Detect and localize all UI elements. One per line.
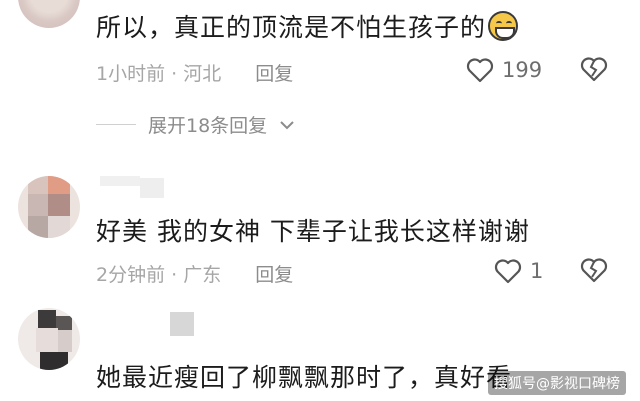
comment-time: 2分钟前 bbox=[96, 264, 166, 286]
heart-icon[interactable] bbox=[494, 258, 522, 284]
divider bbox=[96, 124, 136, 125]
avatar[interactable] bbox=[18, 0, 80, 28]
like-button[interactable]: 1 bbox=[494, 258, 543, 284]
grinning-face-icon bbox=[488, 11, 519, 41]
like-count: 1 bbox=[530, 259, 544, 283]
comment-text: 她最近瘦回了柳飘飘那时了，真好看 bbox=[96, 363, 513, 392]
avatar[interactable] bbox=[18, 176, 80, 238]
comment-location: 河北 bbox=[183, 63, 222, 85]
like-count: 199 bbox=[502, 58, 543, 82]
comment-meta: 2分钟前 · 广东 回复 bbox=[96, 264, 294, 286]
comment-location: 广东 bbox=[183, 264, 222, 286]
comment-time: 1小时前 bbox=[96, 63, 166, 85]
watermark: 搜狐号@影视口碑榜 bbox=[488, 371, 626, 395]
redacted-username bbox=[140, 178, 164, 198]
expand-replies-label: 展开18条回复 bbox=[148, 115, 268, 137]
like-button[interactable]: 199 bbox=[466, 57, 542, 83]
reply-button[interactable]: 回复 bbox=[255, 63, 293, 85]
reply-button[interactable]: 回复 bbox=[255, 264, 293, 286]
comment-text: 所以，真正的顶流是不怕生孩子的 bbox=[96, 8, 519, 44]
redacted-username bbox=[100, 176, 140, 186]
comment-body: 所以，真正的顶流是不怕生孩子的 bbox=[96, 13, 487, 42]
comment-text: 好美 我的女神 下辈子让我长这样谢谢 bbox=[96, 217, 530, 246]
dislike-icon[interactable] bbox=[580, 56, 608, 82]
redacted-username bbox=[170, 312, 194, 336]
expand-replies[interactable]: 展开18条回复 bbox=[96, 111, 295, 138]
chevron-down-icon bbox=[279, 119, 295, 131]
heart-icon[interactable] bbox=[466, 57, 494, 83]
comment-meta: 1小时前 · 河北 回复 bbox=[96, 63, 294, 85]
dislike-icon[interactable] bbox=[580, 257, 608, 283]
avatar[interactable] bbox=[18, 308, 80, 370]
